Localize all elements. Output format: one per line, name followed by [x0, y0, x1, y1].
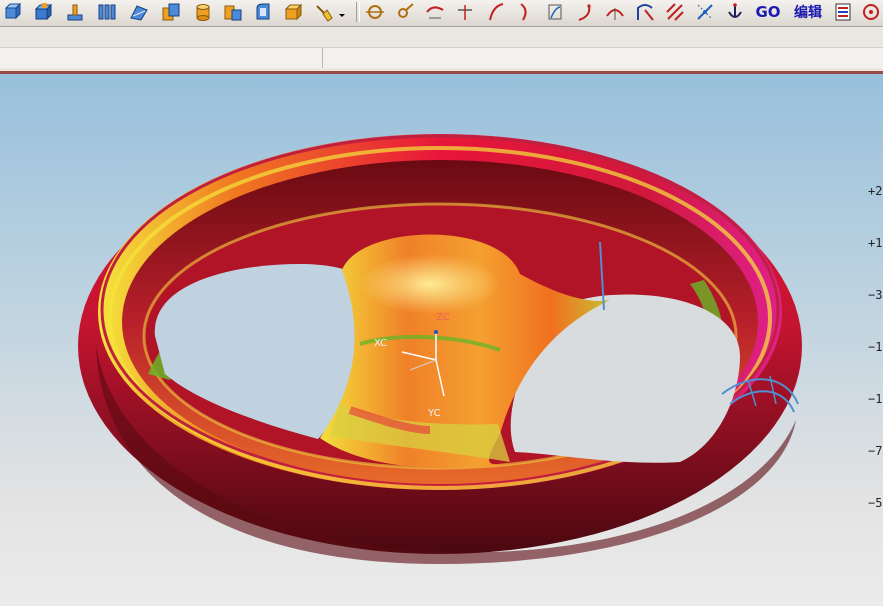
- command-strip: [0, 27, 883, 71]
- revolve-icon[interactable]: [252, 1, 274, 23]
- ruler-label: +2: [868, 184, 883, 198]
- box-icon[interactable]: [282, 1, 304, 23]
- wcs-xc-label: XC: [374, 338, 388, 349]
- main-toolbar: GO 编辑: [0, 0, 883, 27]
- rotate-icon[interactable]: [860, 1, 882, 23]
- sweep-icon[interactable]: [128, 1, 150, 23]
- go-text-icon[interactable]: GO: [754, 1, 782, 23]
- wcs-origin-marker: [434, 330, 438, 334]
- ruler-label: −1: [868, 392, 883, 406]
- trim-icon[interactable]: [514, 1, 536, 23]
- ruler-label: −1: [868, 340, 883, 354]
- ruler-label: −3: [868, 288, 883, 302]
- graphics-viewport[interactable]: XC YC ZC +2 +1 −3 −1 −1 −7 −5: [0, 74, 883, 606]
- planes-icon[interactable]: [96, 1, 118, 23]
- line-icon[interactable]: [454, 1, 476, 23]
- curve-icon[interactable]: [424, 1, 446, 23]
- wcs-zc-label: ZC: [436, 312, 450, 323]
- cone-icon[interactable]: [222, 1, 244, 23]
- arc-icon[interactable]: [484, 1, 506, 23]
- measure-icon[interactable]: [694, 1, 716, 23]
- torus-model[interactable]: [0, 74, 883, 606]
- section-icon[interactable]: [634, 1, 656, 23]
- dropdown-arrow-icon[interactable]: [336, 1, 348, 23]
- pillar-top-shine: [360, 254, 500, 314]
- offset-icon[interactable]: [544, 1, 566, 23]
- toolbar-separator: [356, 2, 360, 22]
- ruler-label: −5: [868, 496, 883, 510]
- bridge-icon[interactable]: [574, 1, 596, 23]
- fillet-icon[interactable]: [604, 1, 626, 23]
- hatch-icon[interactable]: [664, 1, 686, 23]
- selection-filter-field[interactable]: [0, 47, 323, 68]
- cylinder-icon[interactable]: [192, 1, 214, 23]
- boolean-icon[interactable]: [160, 1, 182, 23]
- cue-line-field: [323, 47, 883, 68]
- edit-label: 编辑: [794, 5, 822, 21]
- anchor-icon[interactable]: [724, 1, 746, 23]
- extrude-icon[interactable]: [64, 1, 86, 23]
- layer-icon[interactable]: [832, 1, 854, 23]
- go-label: GO: [755, 3, 781, 21]
- wcs-yc-label: YC: [428, 408, 441, 419]
- spline-icon[interactable]: [364, 1, 386, 23]
- edit-text-icon[interactable]: 编辑: [792, 1, 824, 23]
- broom-icon[interactable]: [312, 1, 334, 23]
- ruler-label: +1: [868, 236, 883, 250]
- block-icon[interactable]: [32, 1, 54, 23]
- view-cube-icon[interactable]: [2, 1, 24, 23]
- point-icon[interactable]: [394, 1, 416, 23]
- ruler-label: −7: [868, 444, 883, 458]
